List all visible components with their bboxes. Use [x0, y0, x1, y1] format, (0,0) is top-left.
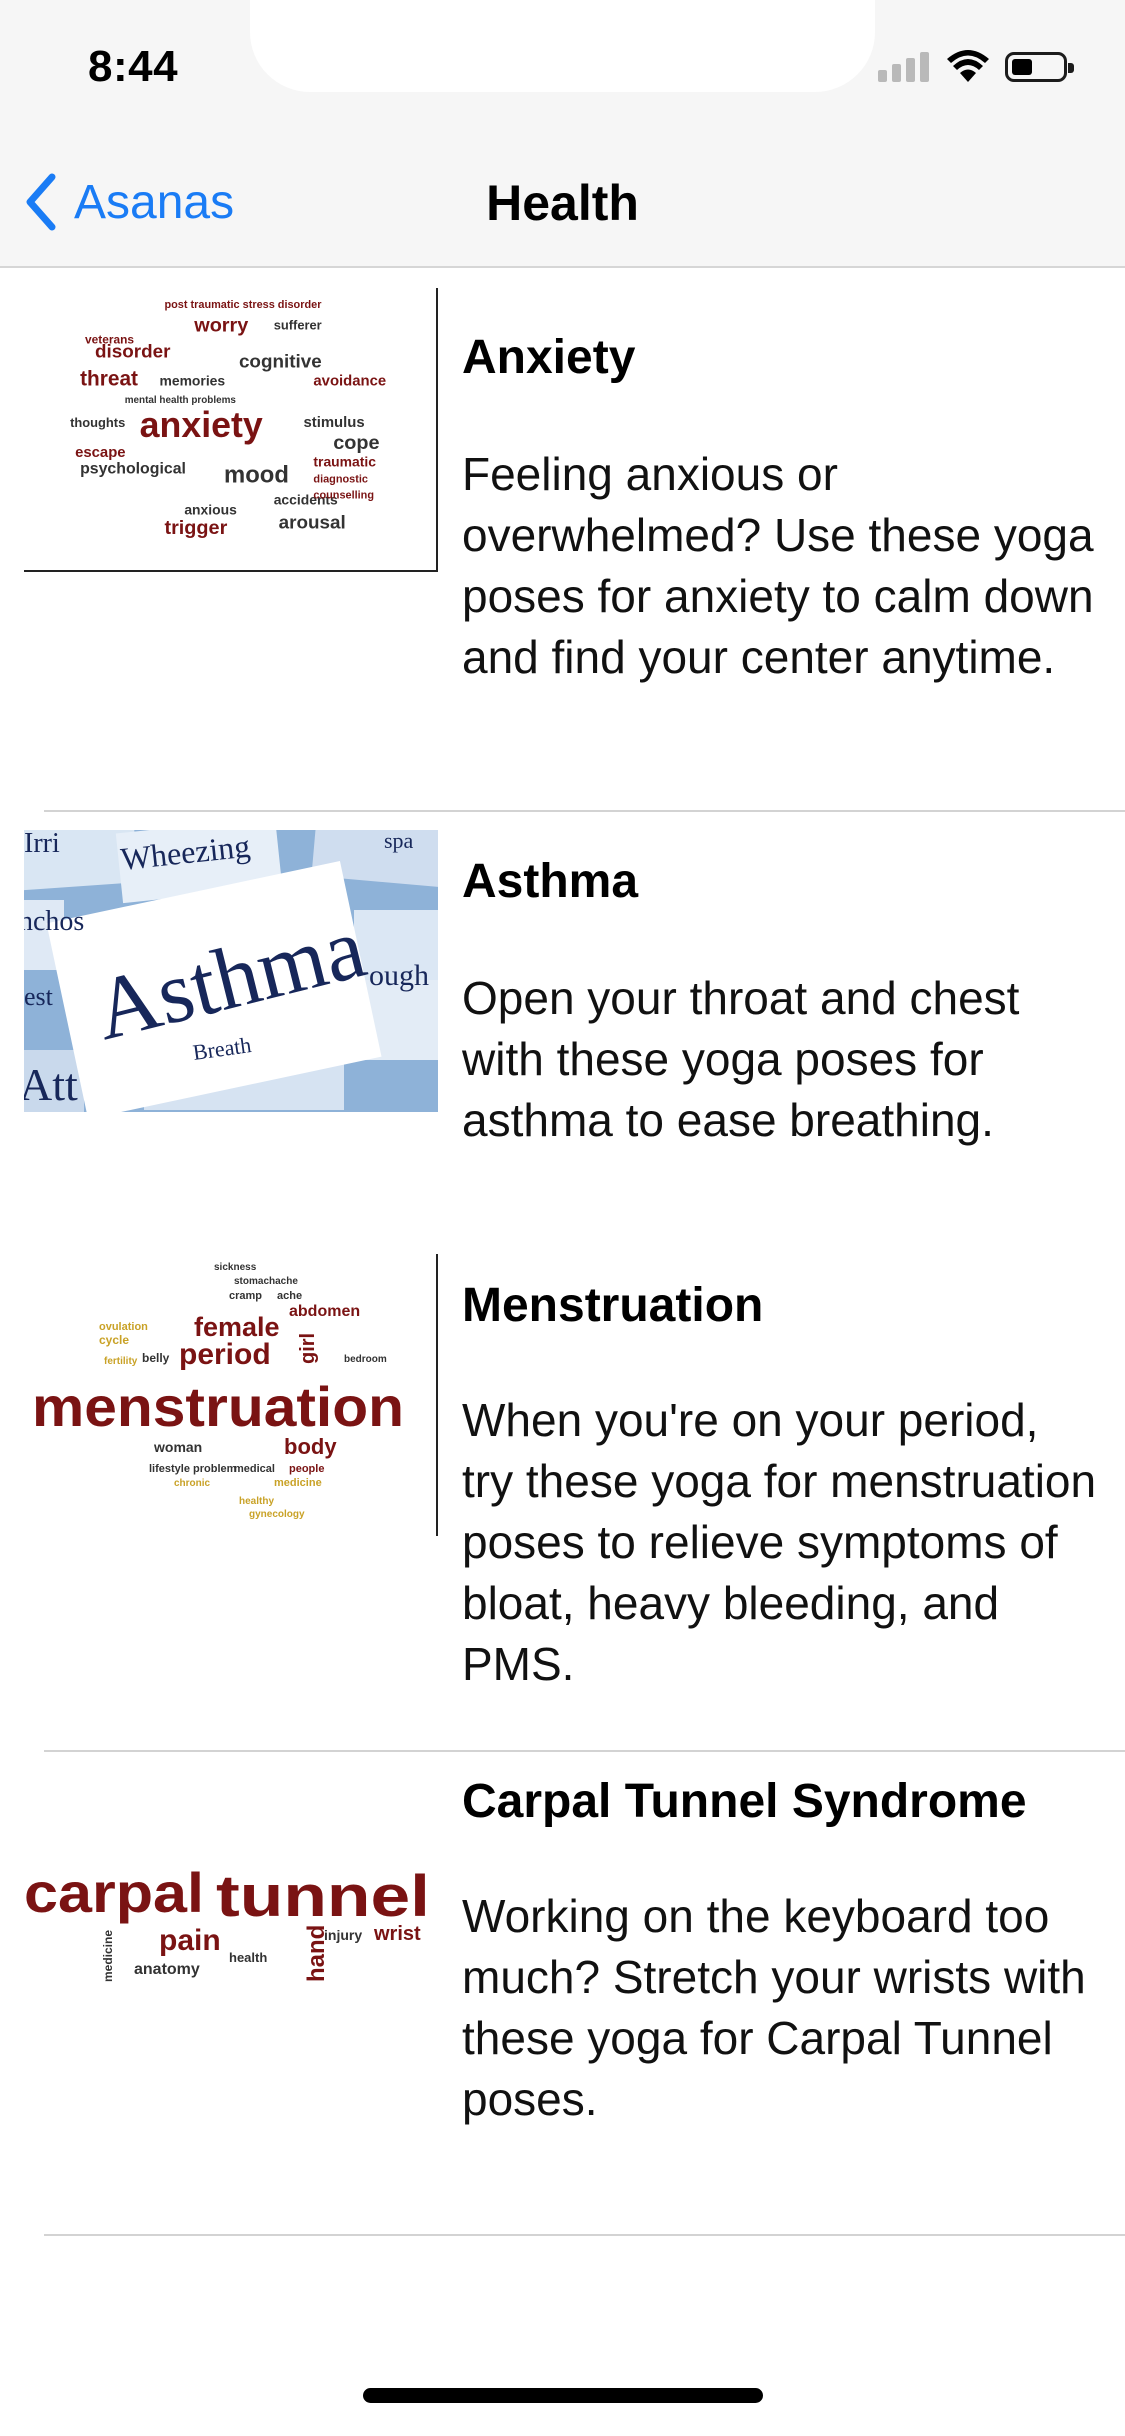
svg-text:people: people	[289, 1463, 324, 1475]
svg-text:ache: ache	[277, 1290, 302, 1302]
svg-text:period: period	[179, 1338, 271, 1371]
cellular-signal-icon	[878, 52, 929, 82]
item-description: Feeling anxious or overwhelmed? Use thes…	[462, 448, 1094, 683]
svg-text:pain: pain	[159, 1924, 221, 1957]
menstruation-word-cloud-image: female period abdomen girl woman body cy…	[24, 1254, 436, 1536]
device-notch	[250, 0, 875, 92]
menstruation-thumbnail: female period abdomen girl woman body cy…	[24, 1254, 438, 1536]
svg-text:post traumatic stress disorder: post traumatic stress disorder	[164, 299, 322, 311]
svg-text:ovulation: ovulation	[99, 1321, 148, 1333]
svg-text:Irri: Irri	[24, 830, 60, 859]
svg-text:est: est	[24, 982, 54, 1011]
svg-text:arousal: arousal	[279, 511, 346, 532]
svg-text:spa: spa	[384, 830, 414, 853]
asthma-word-cards-image: Irri Wheezing nchos Breath ough spa est …	[24, 830, 438, 1112]
svg-text:counselling: counselling	[313, 490, 374, 502]
list-item-anxiety[interactable]: post traumatic stress disorder worry suf…	[0, 268, 1125, 812]
carpal-tunnel-word-cloud-image: carpal tunnel pain wrist hand injury ana…	[24, 1812, 438, 2032]
item-description: Open your throat and chest with these yo…	[462, 972, 1020, 1146]
wifi-icon	[947, 50, 989, 82]
svg-text:abdomen: abdomen	[289, 1303, 360, 1320]
svg-text:trigger: trigger	[164, 517, 227, 539]
svg-text:anatomy: anatomy	[134, 1961, 200, 1978]
page-title: Health	[486, 175, 639, 231]
svg-text:nchos: nchos	[24, 906, 84, 937]
svg-text:stomachache: stomachache	[234, 1276, 298, 1287]
item-description: Working on the keyboard too much? Stretc…	[462, 1890, 1086, 2125]
svg-text:medical: medical	[234, 1463, 275, 1475]
svg-text:medicine: medicine	[101, 1930, 115, 1982]
navigation-bar: Asanas Health	[0, 140, 1125, 268]
item-title: Menstruation	[462, 1279, 764, 1332]
item-title: Asthma	[462, 855, 639, 908]
list-item-carpal-tunnel[interactable]: carpal tunnel pain wrist hand injury ana…	[0, 1752, 1125, 2236]
svg-text:menstruation: menstruation	[32, 1375, 404, 1438]
svg-text:diagnostic: diagnostic	[313, 474, 368, 486]
svg-text:Att: Att	[24, 1059, 78, 1110]
svg-text:health: health	[229, 1950, 267, 1965]
svg-text:medicine: medicine	[274, 1477, 322, 1489]
anxiety-word-cloud-image: post traumatic stress disorder worry suf…	[25, 288, 436, 570]
svg-text:memories: memories	[160, 372, 226, 388]
svg-text:cope: cope	[333, 432, 379, 454]
svg-text:woman: woman	[153, 1439, 202, 1455]
svg-text:mood: mood	[224, 462, 289, 489]
svg-text:cycle: cycle	[99, 1333, 129, 1347]
svg-text:belly: belly	[142, 1351, 170, 1365]
svg-text:psychological: psychological	[80, 461, 186, 478]
asthma-thumbnail: Irri Wheezing nchos Breath ough spa est …	[24, 830, 438, 1112]
list-item-asthma[interactable]: Irri Wheezing nchos Breath ough spa est …	[0, 812, 1125, 1236]
svg-text:lifestyle problem: lifestyle problem	[149, 1463, 237, 1475]
svg-text:anxiety: anxiety	[140, 405, 263, 445]
item-title: Carpal Tunnel Syndrome	[462, 1775, 1027, 1828]
svg-text:sufferer: sufferer	[274, 318, 322, 333]
svg-text:gynecology: gynecology	[249, 1509, 305, 1520]
svg-text:sickness: sickness	[214, 1262, 257, 1273]
svg-text:thoughts: thoughts	[70, 415, 125, 430]
svg-text:carpal: carpal	[24, 1861, 204, 1924]
svg-text:cramp: cramp	[229, 1290, 262, 1302]
svg-text:cognitive: cognitive	[239, 350, 322, 371]
app-screen: 8:44 Asanas Health post traumatic stress…	[0, 0, 1125, 2436]
svg-text:healthy: healthy	[239, 1496, 274, 1507]
svg-text:bedroom: bedroom	[344, 1354, 387, 1365]
svg-text:stimulus: stimulus	[303, 415, 364, 431]
svg-text:injury: injury	[324, 1927, 362, 1943]
svg-text:escape: escape	[75, 445, 125, 461]
svg-text:chronic: chronic	[174, 1478, 211, 1489]
svg-text:worry: worry	[193, 315, 248, 337]
item-title: Anxiety	[462, 331, 636, 384]
svg-text:ough: ough	[369, 959, 429, 992]
svg-text:girl: girl	[297, 1333, 319, 1364]
status-time: 8:44	[88, 42, 179, 91]
svg-text:avoidance: avoidance	[313, 373, 386, 389]
battery-icon	[1005, 52, 1074, 82]
row-separator	[44, 2234, 1125, 2236]
status-bar: 8:44	[0, 0, 1125, 140]
home-indicator[interactable]	[363, 2388, 763, 2403]
carpal-tunnel-thumbnail: carpal tunnel pain wrist hand injury ana…	[24, 1812, 438, 2032]
anxiety-thumbnail: post traumatic stress disorder worry suf…	[24, 288, 438, 572]
svg-text:wrist: wrist	[373, 1923, 421, 1945]
list-item-menstruation[interactable]: female period abdomen girl woman body cy…	[0, 1236, 1125, 1752]
item-description: When you're on your period, try these yo…	[462, 1394, 1097, 1690]
svg-text:traumatic: traumatic	[313, 454, 376, 470]
svg-text:fertility: fertility	[104, 1356, 138, 1367]
svg-text:tunnel: tunnel	[216, 1864, 430, 1929]
svg-text:anxious: anxious	[184, 501, 237, 517]
svg-text:veterans: veterans	[85, 333, 134, 347]
svg-text:threat: threat	[80, 367, 138, 390]
